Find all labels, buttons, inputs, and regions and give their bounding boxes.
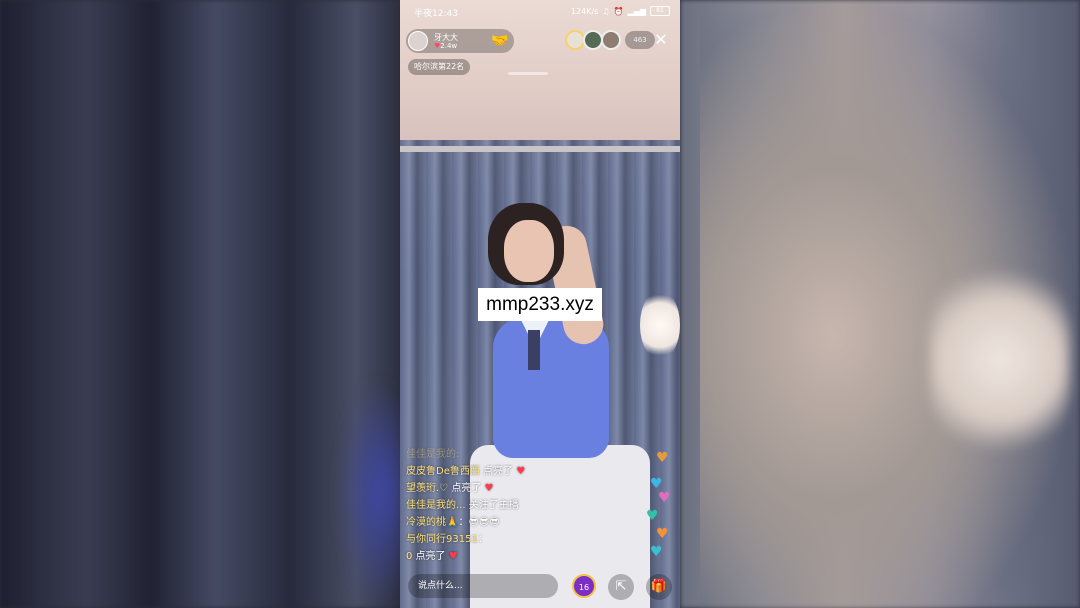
share-icon[interactable]: ⇱ (608, 574, 634, 600)
viewer-avatar[interactable] (565, 30, 585, 50)
fan-club-badge[interactable]: 16 (572, 574, 596, 598)
video-lamp (640, 290, 680, 360)
heart-icon: ♥ (658, 490, 671, 506)
battery-icon: 81 (650, 6, 670, 16)
host-likes: ♥2.4w (434, 42, 457, 50)
chat-message: 佳佳是我的... 关注了主播 (406, 500, 519, 511)
chat-message: 皮皮鲁De鲁西西 点亮了 ♥ (406, 466, 526, 477)
host-likes-value: 2.4w (440, 42, 458, 50)
comment-input[interactable]: 说点什么... (408, 574, 558, 598)
heart-icon: ♥ (516, 466, 526, 477)
status-bar: 半夜12:43 124K/s ♫ ⏰ ▂▄▆ 81 (400, 0, 680, 24)
status-time: 半夜12:43 (414, 9, 458, 19)
heart-icon: ♥ (650, 544, 663, 560)
rank-badge[interactable]: 哈尔滨第22名 (408, 59, 471, 75)
chat-message: 望羡珩.♡ 点亮了 ♥ (406, 483, 494, 494)
chat-message: 佳佳是我的: (406, 449, 460, 460)
heart-icon: ♥ (656, 526, 669, 542)
heart-icon: ♥ (448, 551, 458, 562)
chat-message: 冷漠的桃🙏：😎😎😎 (406, 517, 500, 528)
watermark: mmp233.xyz (478, 288, 602, 321)
chat-list: 佳佳是我的: 皮皮鲁De鲁西西 点亮了 ♥ 望羡珩.♡ 点亮了 ♥ 佳佳是我的.… (406, 446, 566, 565)
gift-icon[interactable]: 🎁 (646, 574, 672, 600)
host-info[interactable]: 牙大大 ♥2.4w 🤝 (406, 29, 514, 53)
signal-icon: ▂▄▆ (627, 6, 646, 16)
streamer-tie (528, 330, 540, 370)
bottom-bar: 说点什么... 16 ⇱ 🎁 (400, 572, 680, 602)
headphone-icon: ♫ (602, 6, 610, 16)
host-avatar[interactable] (408, 31, 428, 51)
chat-message: 0 点亮了 ♥ (406, 551, 458, 562)
heart-icon: ♥ (484, 483, 494, 494)
streamer-face (504, 220, 554, 282)
handshake-icon[interactable]: 🤝 (490, 32, 510, 50)
chat-message: 与你同行93151： (406, 534, 488, 545)
heart-icon: ♥ (646, 508, 659, 524)
loading-bar (508, 72, 548, 75)
viewer-list[interactable]: 463 (565, 30, 655, 50)
video-curtain-rod (400, 146, 680, 152)
close-icon[interactable]: ✕ (653, 32, 669, 48)
floating-hearts: ♥ ♥ ♥ ♥ ♥ ♥ (646, 420, 674, 570)
heart-icon: ♥ (656, 450, 669, 466)
viewer-avatar[interactable] (601, 30, 621, 50)
network-speed: 124K/s (571, 6, 599, 16)
blurred-background-lamp (930, 260, 1070, 460)
alarm-icon: ⏰ (613, 6, 624, 16)
viewer-avatar[interactable] (583, 30, 603, 50)
viewer-count[interactable]: 463 (625, 31, 655, 49)
status-icons: 124K/s ♫ ⏰ ▂▄▆ 81 (571, 6, 670, 16)
